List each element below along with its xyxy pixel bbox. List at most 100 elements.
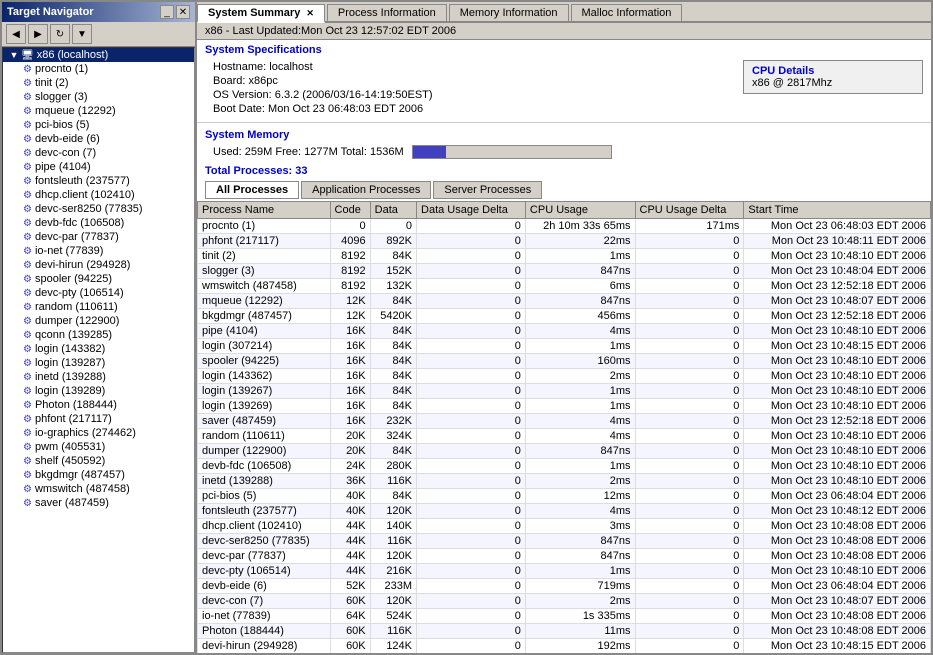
table-cell: devc-ser8250 (77835) <box>198 534 331 549</box>
table-row[interactable]: login (143362)16K84K02ms0Mon Oct 23 10:4… <box>198 369 931 384</box>
tree-child-item[interactable]: ⚙procnto (1) <box>3 62 194 76</box>
tree-child-item[interactable]: ⚙login (143382) <box>3 342 194 356</box>
table-row[interactable]: slogger (3)8192152K0847ns0Mon Oct 23 10:… <box>198 264 931 279</box>
tree-child-item[interactable]: ⚙pwm (405531) <box>3 440 194 454</box>
process-icon: ⚙ <box>23 92 32 103</box>
table-row[interactable]: pipe (4104)16K84K04ms0Mon Oct 23 10:48:1… <box>198 324 931 339</box>
tree-child-item[interactable]: ⚙phfont (217117) <box>3 412 194 426</box>
table-row[interactable]: procnto (1)0002h 10m 33s 65ms171msMon Oc… <box>198 219 931 234</box>
tree-child-item[interactable]: ⚙shelf (450592) <box>3 454 194 468</box>
tree-child-item[interactable]: ⚙bkgdmgr (487457) <box>3 468 194 482</box>
tree-child-item[interactable]: ⚙saver (487459) <box>3 496 194 510</box>
table-row[interactable]: dhcp.client (102410)44K140K03ms0Mon Oct … <box>198 519 931 534</box>
tree-child-item[interactable]: ⚙dumper (122900) <box>3 314 194 328</box>
tree-toggle[interactable]: ▼ <box>7 50 21 60</box>
tree-child-item[interactable]: ⚙spooler (94225) <box>3 272 194 286</box>
table-row[interactable]: pci-bios (5)40K84K012ms0Mon Oct 23 06:48… <box>198 489 931 504</box>
table-row[interactable]: dumper (122900)20K84K0847ns0Mon Oct 23 1… <box>198 444 931 459</box>
tree-root-item[interactable]: ▼🖥x86 (localhost) <box>3 48 194 62</box>
refresh-button[interactable]: ↻ <box>50 24 70 44</box>
table-column-header[interactable]: Process Name <box>198 202 331 219</box>
target-navigator-close[interactable]: ✕ <box>176 5 190 19</box>
tree-child-item[interactable]: ⚙mqueue (12292) <box>3 104 194 118</box>
table-column-header[interactable]: CPU Usage Delta <box>635 202 744 219</box>
tree-child-item[interactable]: ⚙Photon (188444) <box>3 398 194 412</box>
tree-child-item[interactable]: ⚙devc-pty (106514) <box>3 286 194 300</box>
process-icon: ⚙ <box>23 120 32 131</box>
tree-child-item[interactable]: ⚙devb-eide (6) <box>3 132 194 146</box>
table-row[interactable]: devb-fdc (106508)24K280K01ms0Mon Oct 23 … <box>198 459 931 474</box>
tree-child-item[interactable]: ⚙tinit (2) <box>3 76 194 90</box>
process-tab-applicationprocesses[interactable]: Application Processes <box>301 181 431 199</box>
table-row[interactable]: devc-con (7)60K120K02ms0Mon Oct 23 10:48… <box>198 594 931 609</box>
tree-child-item[interactable]: ⚙devb-fdc (106508) <box>3 216 194 230</box>
table-row[interactable]: login (139267)16K84K01ms0Mon Oct 23 10:4… <box>198 384 931 399</box>
table-column-header[interactable]: CPU Usage <box>525 202 635 219</box>
cpu-title: CPU Details <box>752 65 914 77</box>
table-cell: 0 <box>635 309 744 324</box>
table-row[interactable]: fontsleuth (237577)40K120K04ms0Mon Oct 2… <box>198 504 931 519</box>
tree-child-item[interactable]: ⚙pipe (4104) <box>3 160 194 174</box>
table-row[interactable]: devb-eide (6)52K233M0719ms0Mon Oct 23 06… <box>198 579 931 594</box>
tree-child-item[interactable]: ⚙devc-par (77837) <box>3 230 194 244</box>
process-tab-serverprocesses[interactable]: Server Processes <box>433 181 542 199</box>
table-row[interactable]: mqueue (12292)12K84K0847ns0Mon Oct 23 10… <box>198 294 931 309</box>
table-row[interactable]: phfont (217117)4096892K022ms0Mon Oct 23 … <box>198 234 931 249</box>
tree-child-item[interactable]: ⚙pci-bios (5) <box>3 118 194 132</box>
tree-child-item[interactable]: ⚙devi-hirun (294928) <box>3 258 194 272</box>
table-cell: 84K <box>370 354 416 369</box>
tree-child-item[interactable]: ⚙login (139289) <box>3 384 194 398</box>
table-row[interactable]: login (307214)16K84K01ms0Mon Oct 23 10:4… <box>198 339 931 354</box>
tree-child-item[interactable]: ⚙devc-ser8250 (77835) <box>3 202 194 216</box>
table-column-header[interactable]: Data <box>370 202 416 219</box>
tab-process-information[interactable]: Process Information <box>327 4 447 21</box>
table-row[interactable]: devc-par (77837)44K120K0847ns0Mon Oct 23… <box>198 549 931 564</box>
table-cell: fontsleuth (237577) <box>198 504 331 519</box>
tree-child-item[interactable]: ⚙fontsleuth (237577) <box>3 174 194 188</box>
table-column-header[interactable]: Data Usage Delta <box>417 202 526 219</box>
tree-child-item[interactable]: ⚙qconn (139285) <box>3 328 194 342</box>
table-row[interactable]: Photon (188444)60K116K011ms0Mon Oct 23 1… <box>198 624 931 639</box>
table-row[interactable]: spooler (94225)16K84K0160ms0Mon Oct 23 1… <box>198 354 931 369</box>
tab-memory-information[interactable]: Memory Information <box>449 4 569 21</box>
os-version-row: OS Version: 6.3.2 (2006/03/16-14:19:50ES… <box>213 88 723 102</box>
table-row[interactable]: tinit (2)819284K01ms0Mon Oct 23 10:48:10… <box>198 249 931 264</box>
table-column-header[interactable]: Code <box>330 202 370 219</box>
table-row[interactable]: random (110611)20K324K04ms0Mon Oct 23 10… <box>198 429 931 444</box>
process-icon: ⚙ <box>23 442 32 453</box>
back-button[interactable]: ◀ <box>6 24 26 44</box>
table-row[interactable]: saver (487459)16K232K04ms0Mon Oct 23 12:… <box>198 414 931 429</box>
table-cell: 16K <box>330 354 370 369</box>
table-row[interactable]: wmswitch (487458)8192132K06ms0Mon Oct 23… <box>198 279 931 294</box>
table-column-header[interactable]: Start Time <box>744 202 931 219</box>
tree-child-item[interactable]: ⚙dhcp.client (102410) <box>3 188 194 202</box>
table-row[interactable]: devc-pty (106514)44K216K01ms0Mon Oct 23 … <box>198 564 931 579</box>
tree-child-item[interactable]: ⚙devc-con (7) <box>3 146 194 160</box>
tree-child-item[interactable]: ⚙inetd (139288) <box>3 370 194 384</box>
tree-child-item[interactable]: ⚙wmswitch (487458) <box>3 482 194 496</box>
table-cell: 2ms <box>525 594 635 609</box>
table-row[interactable]: inetd (139288)36K116K02ms0Mon Oct 23 10:… <box>198 474 931 489</box>
table-cell: 0 <box>635 279 744 294</box>
tree-child-item[interactable]: ⚙io-net (77839) <box>3 244 194 258</box>
tab-close-icon[interactable]: ✕ <box>306 8 314 18</box>
tree-child-item[interactable]: ⚙io-graphics (274462) <box>3 426 194 440</box>
tree-child-item[interactable]: ⚙slogger (3) <box>3 90 194 104</box>
process-table-container[interactable]: Process NameCodeDataData Usage DeltaCPU … <box>197 201 931 653</box>
table-row[interactable]: login (139269)16K84K01ms0Mon Oct 23 10:4… <box>198 399 931 414</box>
forward-button[interactable]: ▶ <box>28 24 48 44</box>
table-row[interactable]: devc-ser8250 (77835)44K116K0847ns0Mon Oc… <box>198 534 931 549</box>
tab-malloc-information[interactable]: Malloc Information <box>571 4 683 21</box>
process-tab-allprocesses[interactable]: All Processes <box>205 181 299 199</box>
tab-system-summary[interactable]: System Summary✕ <box>197 4 325 23</box>
table-row[interactable]: bkgdmgr (487457)12K5420K0456ms0Mon Oct 2… <box>198 309 931 324</box>
tree-child-item[interactable]: ⚙random (110611) <box>3 300 194 314</box>
table-row[interactable]: io-net (77839)64K524K01s 335ms0Mon Oct 2… <box>198 609 931 624</box>
table-cell: 0 <box>635 384 744 399</box>
table-cell: 0 <box>635 294 744 309</box>
menu-button[interactable]: ▼ <box>72 24 92 44</box>
table-row[interactable]: devi-hirun (294928)60K124K0192ms0Mon Oct… <box>198 639 931 654</box>
target-navigator-minimize[interactable]: _ <box>160 5 174 19</box>
tree-child-item[interactable]: ⚙login (139287) <box>3 356 194 370</box>
table-cell: 4ms <box>525 504 635 519</box>
